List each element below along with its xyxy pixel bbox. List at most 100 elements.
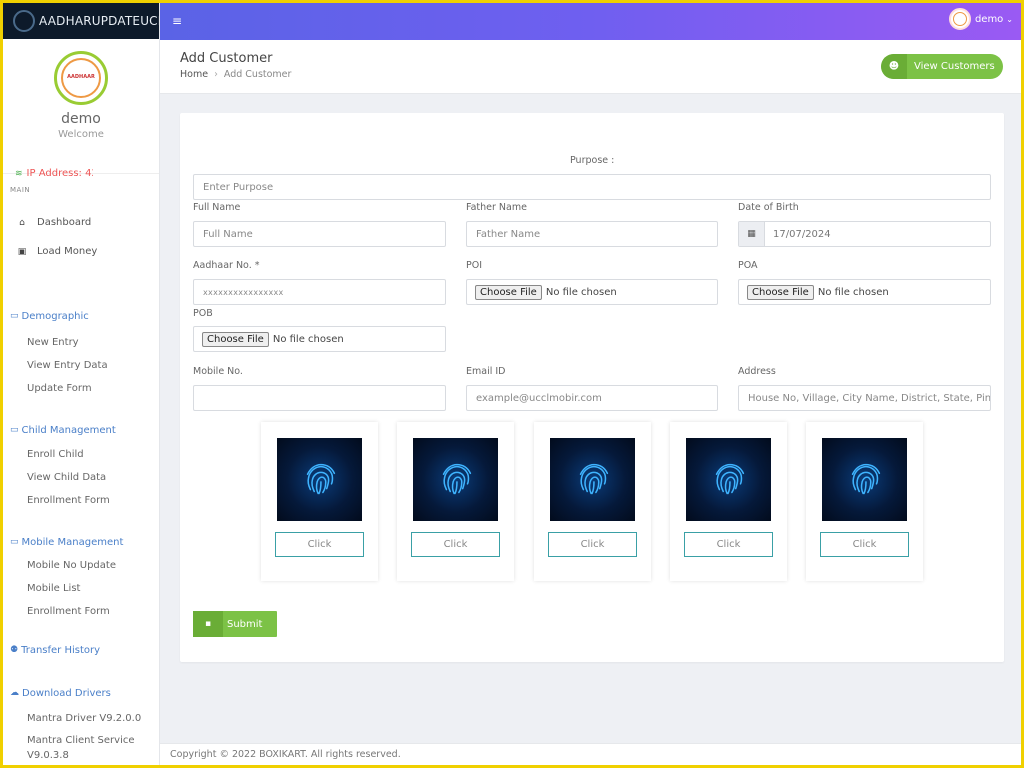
fingerprint-icon	[413, 438, 498, 521]
address-input[interactable]: House No, Village, City Name, District, …	[738, 385, 991, 411]
poa-file-input[interactable]: Choose File No file chosen	[738, 279, 991, 305]
email-label: Email ID	[466, 366, 506, 377]
brand-logo[interactable]: AADHARUPDATEUCL	[3, 3, 159, 39]
sidebar-item-label: Dashboard	[37, 217, 92, 228]
submit-label: Submit	[227, 618, 263, 630]
fingerprint-icon	[277, 438, 362, 521]
breadcrumb-home[interactable]: Home	[180, 69, 208, 80]
sidebar-section-demographic[interactable]: ▭ Demographic	[3, 306, 159, 326]
sidebar-item-mobile-enrollment-form[interactable]: Enrollment Form	[3, 600, 159, 623]
file-status: No file chosen	[272, 333, 344, 345]
card-icon: ▭	[10, 537, 19, 547]
sidebar-item-mantra-client-service[interactable]: Mantra Client Service V9.0.3.8	[3, 730, 159, 765]
fingerprint-capture-2: Click	[397, 422, 514, 581]
add-customer-form: Purpose : Enter Purpose Full Name Father…	[180, 113, 1004, 662]
fingerprint-icon	[822, 438, 907, 521]
avatar	[948, 8, 971, 30]
pob-file-input[interactable]: Choose File No file chosen	[193, 326, 446, 352]
pob-label: POB	[193, 308, 213, 319]
sidebar-section-mobile-management[interactable]: ▭ Mobile Management	[3, 532, 159, 552]
breadcrumb: Home › Add Customer	[180, 69, 291, 80]
footer: Copyright © 2022 BOXIKART. All rights re…	[160, 743, 1021, 765]
breadcrumb-current: Add Customer	[223, 69, 292, 80]
sidebar-section-label: Child Management	[21, 424, 116, 436]
sidebar-item-dashboard[interactable]: ⌂ Dashboard	[3, 208, 159, 237]
fingerprint-logo-icon	[13, 10, 35, 32]
purpose-label: Purpose :	[570, 155, 615, 166]
card-icon: ▭	[10, 425, 19, 435]
choose-file-button[interactable]: Choose File	[747, 284, 814, 300]
sidebar-item-new-entry[interactable]: New Entry	[3, 331, 159, 354]
father-name-input[interactable]: Father Name	[466, 221, 718, 247]
sidebar-item-view-entry-data[interactable]: View Entry Data	[3, 354, 159, 377]
fingerprint-capture-3: Click	[534, 422, 651, 581]
poa-label: POA	[738, 260, 758, 271]
sidebar-section-download-drivers[interactable]: ☁ Download Drivers	[3, 683, 159, 703]
profile-name: demo	[61, 111, 101, 127]
user-menu[interactable]: demo ⌄	[948, 8, 1013, 30]
sidebar-section-child-management[interactable]: ▭ Child Management	[3, 420, 159, 440]
sidebar: AADHARUPDATEUCL AADHAAR demo Welcome ≋ I…	[3, 3, 160, 765]
poi-file-input[interactable]: Choose File No file chosen	[466, 279, 718, 305]
topbar: ≡ demo ⌄	[160, 3, 1021, 40]
capture-button[interactable]: Click	[820, 532, 909, 557]
sidebar-item-load-money[interactable]: ▣ Load Money	[3, 237, 159, 266]
sidebar-item-enroll-child[interactable]: Enroll Child	[3, 443, 159, 466]
home-icon: ⌂	[19, 217, 25, 228]
capture-button[interactable]: Click	[275, 532, 364, 557]
mobile-label: Mobile No.	[193, 366, 243, 377]
wifi-icon: ≋	[15, 168, 23, 179]
dob-value: 17/07/2024	[773, 228, 831, 240]
dob-label: Date of Birth	[738, 202, 799, 213]
dob-input[interactable]: ▦ 17/07/2024	[738, 221, 991, 247]
sidebar-item-transfer-history[interactable]: ⚉ Transfer History	[3, 640, 159, 660]
aadhaar-seal-icon: AADHAAR	[61, 58, 101, 98]
fingerprint-capture-5: Click	[806, 422, 923, 581]
mobile-input[interactable]	[193, 385, 446, 411]
submit-button[interactable]: ▪ Submit	[193, 611, 277, 637]
capture-button[interactable]: Click	[684, 532, 773, 557]
profile-welcome: Welcome	[58, 129, 104, 140]
users-icon: ☻	[881, 54, 907, 79]
sidebar-item-mantra-driver[interactable]: Mantra Driver V9.2.0.0	[3, 707, 159, 730]
view-customers-label: View Customers	[914, 61, 995, 72]
sidebar-item-label: Load Money	[37, 246, 98, 257]
user-name: demo	[974, 13, 1004, 25]
fingerprint-capture-1: Click	[261, 422, 378, 581]
save-icon: ▪	[193, 611, 223, 637]
user-profile: AADHAAR demo Welcome ≋ IP Address: 42	[3, 39, 159, 179]
fingerprint-icon	[550, 438, 635, 521]
full-name-label: Full Name	[193, 202, 241, 213]
full-name-input[interactable]: Full Name	[193, 221, 446, 247]
aadhaar-label: Aadhaar No. *	[193, 260, 260, 271]
choose-file-button[interactable]: Choose File	[475, 284, 542, 300]
poi-label: POI	[466, 260, 483, 271]
purpose-input[interactable]: Enter Purpose	[193, 174, 991, 200]
menu-toggle-icon[interactable]: ≡	[172, 14, 182, 28]
avatar: AADHAAR	[54, 51, 108, 105]
file-status: No file chosen	[545, 286, 617, 298]
file-status: No file chosen	[817, 286, 889, 298]
sidebar-section-label: Demographic	[21, 310, 89, 322]
aadhaar-input[interactable]: xxxxxxxxxxxxxxxx	[193, 279, 446, 305]
sidebar-item-mobile-list[interactable]: Mobile List	[3, 577, 159, 600]
sidebar-item-enrollment-form[interactable]: Enrollment Form	[3, 489, 159, 512]
capture-button[interactable]: Click	[548, 532, 637, 557]
choose-file-button[interactable]: Choose File	[202, 331, 269, 347]
view-customers-button[interactable]: ☻ View Customers	[881, 54, 1003, 79]
sidebar-item-mobile-no-update[interactable]: Mobile No Update	[3, 554, 159, 577]
sidebar-item-view-child-data[interactable]: View Child Data	[3, 466, 159, 489]
email-input[interactable]: example@ucclmobir.com	[466, 385, 718, 411]
calendar-icon: ▦	[739, 222, 765, 246]
fingerprint-icon	[686, 438, 771, 521]
money-icon: ▣	[17, 246, 27, 257]
fingerprint-capture-4: Click	[670, 422, 787, 581]
father-name-label: Father Name	[466, 202, 527, 213]
chevron-right-icon: ›	[214, 69, 218, 80]
sidebar-item-update-form[interactable]: Update Form	[3, 377, 159, 400]
ip-address-text: IP Address: 42	[26, 168, 93, 179]
ip-address: ≋ IP Address: 42	[15, 168, 93, 179]
address-label: Address	[738, 366, 776, 377]
page-header: Add Customer Home › Add Customer ☻ View …	[160, 40, 1021, 94]
capture-button[interactable]: Click	[411, 532, 500, 557]
